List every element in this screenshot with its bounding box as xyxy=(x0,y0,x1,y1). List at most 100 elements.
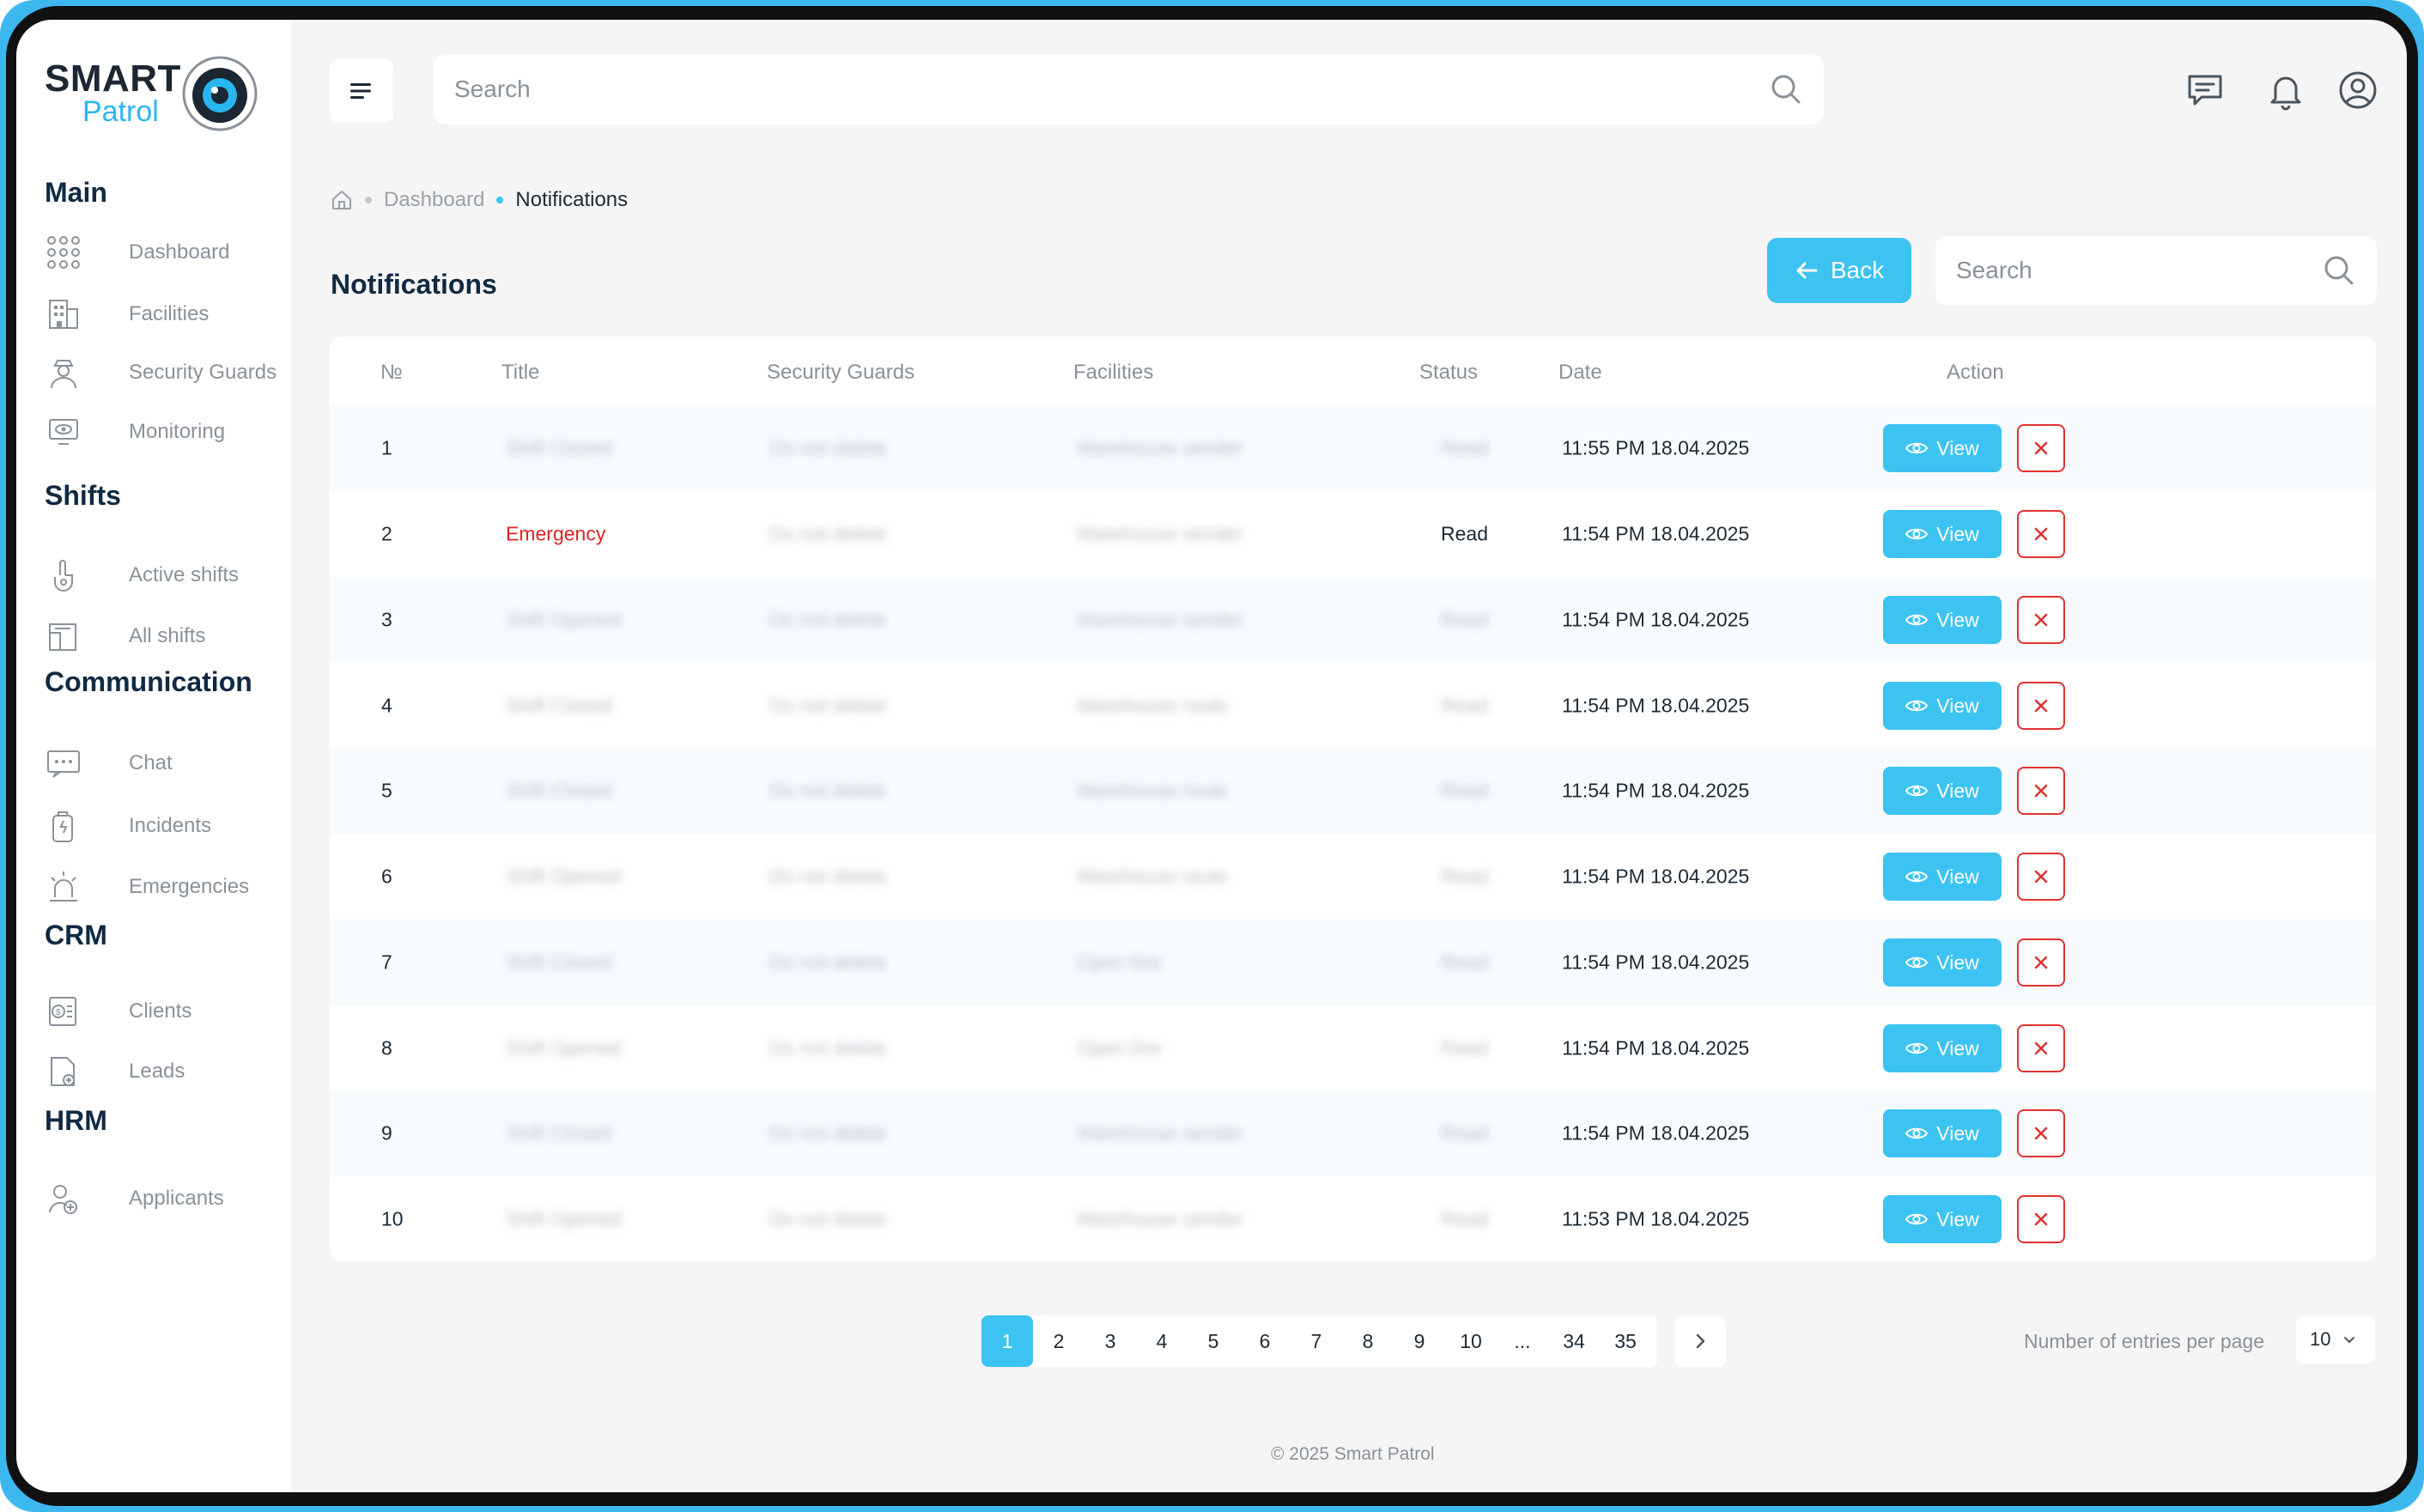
sidebar-item-security-guards[interactable]: Security Guards xyxy=(45,351,285,394)
chevron-down-icon xyxy=(2344,1337,2355,1344)
message-icon[interactable] xyxy=(2184,70,2226,111)
app-screen: SMART Patrol Main Dashboard Facilities Secu… xyxy=(16,20,2407,1492)
sidebar-item-leads[interactable]: Leads xyxy=(45,1050,285,1093)
sidebar-item-chat[interactable]: Chat xyxy=(45,742,285,785)
delete-button[interactable] xyxy=(2017,1024,2065,1072)
view-button[interactable]: View xyxy=(1883,596,2002,644)
view-button[interactable]: View xyxy=(1883,682,2002,730)
page-button-3[interactable]: 3 xyxy=(1084,1315,1136,1367)
home-icon[interactable] xyxy=(331,189,353,211)
column-header-facilities: Facilities xyxy=(1073,361,1154,384)
page-button-9[interactable]: 9 xyxy=(1394,1315,1445,1367)
global-search-input[interactable] xyxy=(434,76,1824,103)
page-button-34[interactable]: 34 xyxy=(1548,1315,1600,1367)
sidebar-item-label: Monitoring xyxy=(129,420,226,443)
eye-icon xyxy=(1905,442,1929,454)
menu-toggle-button[interactable] xyxy=(330,59,393,123)
security-guard-name: Do not delete xyxy=(769,694,887,717)
logo-patrol-text: Patrol xyxy=(82,95,159,128)
search-icon[interactable] xyxy=(2322,253,2356,288)
row-number: 9 xyxy=(381,1121,392,1145)
delete-button[interactable] xyxy=(2017,424,2065,472)
page-button-2[interactable]: 2 xyxy=(1033,1315,1084,1367)
delete-button[interactable] xyxy=(2017,853,2065,901)
read-status: Read xyxy=(1441,694,1488,717)
sidebar-item-emergencies[interactable]: Emergencies xyxy=(45,865,285,908)
table-row: 7 Shift Closed Do not delete Open line Read 1… xyxy=(330,920,2376,1005)
sidebar-item-dashboard[interactable]: Dashboard xyxy=(45,231,285,274)
sidebar-item-all-shifts[interactable]: All shifts xyxy=(45,615,285,658)
view-button[interactable]: View xyxy=(1883,1024,2002,1072)
breadcrumb-dashboard-link[interactable]: Dashboard xyxy=(384,188,484,212)
view-button[interactable]: View xyxy=(1883,1195,2002,1243)
sidebar-item-active-shifts[interactable]: Active shifts xyxy=(45,554,285,597)
siren-icon xyxy=(45,868,82,906)
sidebar-item-monitoring[interactable]: Monitoring xyxy=(45,410,285,453)
breadcrumb: Dashboard Notifications xyxy=(331,183,628,217)
eye-icon xyxy=(1905,956,1929,969)
notification-title: Shift Closed xyxy=(506,779,613,802)
pagination-ellipsis: ... xyxy=(1514,1329,1531,1352)
facility-name: Warehouse sender xyxy=(1077,436,1243,459)
page-button-8[interactable]: 8 xyxy=(1342,1315,1394,1367)
row-number: 8 xyxy=(381,1036,392,1060)
breadcrumb-separator xyxy=(365,197,372,203)
view-button[interactable]: View xyxy=(1883,424,2002,472)
column-header-title: Title xyxy=(501,361,540,384)
delete-button[interactable] xyxy=(2017,1195,2065,1243)
eye-icon xyxy=(1905,528,1929,540)
table-search xyxy=(1935,236,2377,305)
page-button-7[interactable]: 7 xyxy=(1291,1315,1342,1367)
notification-date: 11:54 PM 18.04.2025 xyxy=(1562,522,1750,545)
row-number: 1 xyxy=(381,436,392,459)
page-button-1[interactable]: 1 xyxy=(981,1315,1033,1367)
notification-date: 11:54 PM 18.04.2025 xyxy=(1562,1036,1750,1060)
notifications-table: № Title Security Guards Facilities Statu… xyxy=(330,337,2376,1262)
bell-icon[interactable] xyxy=(2265,70,2306,111)
profile-icon[interactable] xyxy=(2337,70,2378,111)
delete-button[interactable] xyxy=(2017,596,2065,644)
delete-button[interactable] xyxy=(2017,510,2065,558)
arrow-left-icon xyxy=(1796,262,1818,279)
page-button-6[interactable]: 6 xyxy=(1239,1315,1291,1367)
sidebar-item-applicants[interactable]: Applicants xyxy=(45,1177,285,1220)
view-button[interactable]: View xyxy=(1883,767,2002,815)
notification-title: Shift Closed xyxy=(506,950,613,974)
page-button-35[interactable]: 35 xyxy=(1600,1315,1651,1367)
delete-button[interactable] xyxy=(2017,767,2065,815)
facility-name: Warehouse sender xyxy=(1077,522,1243,545)
breadcrumb-separator xyxy=(496,197,504,203)
sidebar-item-clients[interactable]: $ Clients xyxy=(45,990,285,1033)
page-title: Notifications xyxy=(331,269,497,300)
sidebar-item-incidents[interactable]: Incidents xyxy=(45,805,285,847)
app-logo[interactable]: SMART Patrol xyxy=(45,54,268,149)
delete-button[interactable] xyxy=(2017,682,2065,730)
eye-icon xyxy=(1905,785,1929,797)
search-icon[interactable] xyxy=(1769,72,1803,106)
notification-date: 11:54 PM 18.04.2025 xyxy=(1562,779,1750,802)
global-search xyxy=(434,54,1824,124)
chat-icon xyxy=(45,744,82,782)
facility-name: Warehouse sender xyxy=(1077,1121,1243,1145)
sidebar-item-facilities[interactable]: Facilities xyxy=(45,293,285,336)
delete-button[interactable] xyxy=(2017,1109,2065,1157)
page-button-10[interactable]: 10 xyxy=(1445,1315,1497,1367)
notification-title: Shift Opened xyxy=(506,865,622,888)
back-button[interactable]: Back xyxy=(1767,238,1911,303)
view-button[interactable]: View xyxy=(1883,853,2002,901)
footer-copyright: © 2025 Smart Patrol xyxy=(1271,1444,1435,1464)
delete-button[interactable] xyxy=(2017,938,2065,987)
view-button[interactable]: View xyxy=(1883,1109,2002,1157)
page-button-4[interactable]: 4 xyxy=(1136,1315,1188,1367)
page-button-5[interactable]: 5 xyxy=(1188,1315,1239,1367)
table-search-input[interactable] xyxy=(1935,257,2377,284)
entries-per-page-select[interactable]: 10 xyxy=(2296,1315,2375,1363)
view-button[interactable]: View xyxy=(1883,510,2002,558)
money-list-icon: $ xyxy=(45,993,82,1030)
view-button[interactable]: View xyxy=(1883,938,2002,987)
next-page-button[interactable] xyxy=(1674,1315,1726,1367)
close-icon xyxy=(2034,784,2048,798)
close-icon xyxy=(2034,1212,2048,1226)
breadcrumb-current: Notifications xyxy=(515,188,629,211)
table-row: 10 Shift Opened Do not delete Warehouse sen… xyxy=(330,1176,2376,1262)
